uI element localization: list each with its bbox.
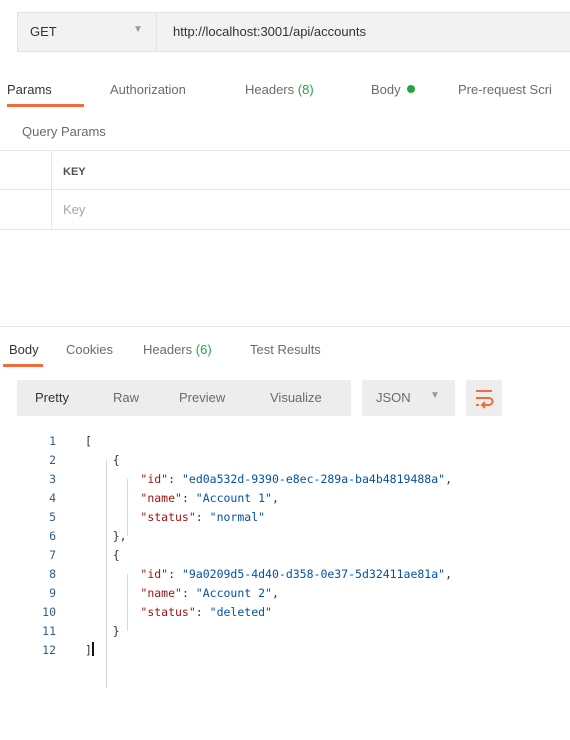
json-value-status: normal <box>216 510 259 524</box>
column-divider <box>51 150 52 229</box>
tab-body-label: Body <box>371 82 401 97</box>
code-line: { <box>85 548 120 562</box>
tab-authorization[interactable]: Authorization <box>110 82 186 97</box>
method-label: GET <box>30 24 57 39</box>
tab-response-body[interactable]: Body <box>9 342 39 357</box>
line-number: 11 <box>42 624 56 638</box>
line-number: 3 <box>49 472 56 486</box>
active-tab-indicator <box>3 364 43 367</box>
format-raw[interactable]: Raw <box>113 390 139 405</box>
line-number: 6 <box>49 529 56 543</box>
tab-pre-request-script[interactable]: Pre-request Scri <box>458 82 552 97</box>
chevron-down-icon: ▼ <box>133 24 143 35</box>
tab-cookies[interactable]: Cookies <box>66 342 113 357</box>
language-select[interactable]: JSON ▼ <box>362 380 455 416</box>
line-number: 5 <box>49 510 56 524</box>
tab-response-headers[interactable]: Headers (6) <box>143 342 212 357</box>
tab-headers-count: (8) <box>297 82 314 97</box>
json-value-name: Account 1 <box>202 491 266 505</box>
code-line: "id": "9a0209d5-4d40-d358-0e37-5d32411ae… <box>140 567 453 581</box>
code-line: } <box>85 624 120 638</box>
line-number: 2 <box>49 453 56 467</box>
language-label: JSON <box>376 390 411 405</box>
line-number: 1 <box>49 434 56 448</box>
wrap-lines-icon <box>476 390 494 409</box>
divider <box>0 189 570 190</box>
format-visualize[interactable]: Visualize <box>270 390 322 405</box>
code-line: "name": "Account 2", <box>140 586 279 600</box>
json-value-status: deleted <box>216 605 266 619</box>
line-number: 12 <box>42 643 56 657</box>
query-params-title: Query Params <box>22 124 106 139</box>
divider <box>0 150 570 151</box>
code-line: "status": "normal" <box>140 510 266 524</box>
tab-test-results[interactable]: Test Results <box>250 342 321 357</box>
pane-divider[interactable] <box>0 326 570 327</box>
tab-response-headers-count: (6) <box>195 342 212 357</box>
wrap-lines-button[interactable] <box>466 380 502 416</box>
active-tab-indicator <box>7 104 84 107</box>
code-line: "name": "Account 1", <box>140 491 279 505</box>
tab-headers[interactable]: Headers (8) <box>245 82 314 97</box>
method-select[interactable]: GET ▼ <box>18 13 157 51</box>
text-cursor <box>91 642 94 656</box>
code-line: "id": "ed0a532d-9390-e8ec-289a-ba4b48194… <box>140 472 453 486</box>
line-number: 10 <box>42 605 56 619</box>
code-line: [ <box>85 434 92 448</box>
tab-body[interactable]: Body <box>371 82 415 97</box>
url-input[interactable]: http://localhost:3001/api/accounts <box>173 24 366 39</box>
format-preview[interactable]: Preview <box>179 390 225 405</box>
line-number: 8 <box>49 567 56 581</box>
line-number: 9 <box>49 586 56 600</box>
json-value-name: Account 2 <box>202 586 266 600</box>
code-line: { <box>85 453 120 467</box>
code-line: }, <box>85 529 127 543</box>
key-input[interactable]: Key <box>63 202 85 217</box>
code-line: "status": "deleted" <box>140 605 272 619</box>
divider <box>0 229 570 230</box>
key-column-header: KEY <box>63 166 86 178</box>
format-toggle-group: Pretty Raw Preview Visualize <box>17 380 351 416</box>
code-line: ] <box>85 642 94 657</box>
chevron-down-icon: ▼ <box>430 390 440 401</box>
line-number: 4 <box>49 491 56 505</box>
tab-headers-label: Headers <box>245 82 295 97</box>
status-dot-icon <box>406 85 415 93</box>
tab-params[interactable]: Params <box>7 82 52 97</box>
json-value-id: ed0a532d-9390-e8ec-289a-ba4b4819488a <box>188 472 439 486</box>
line-number: 7 <box>49 548 56 562</box>
format-pretty[interactable]: Pretty <box>35 390 69 405</box>
json-value-id: 9a0209d5-4d40-d358-0e37-5d32411ae81a <box>188 567 439 581</box>
request-bar: GET ▼ http://localhost:3001/api/accounts <box>17 12 570 52</box>
tab-response-headers-label: Headers <box>143 342 193 357</box>
